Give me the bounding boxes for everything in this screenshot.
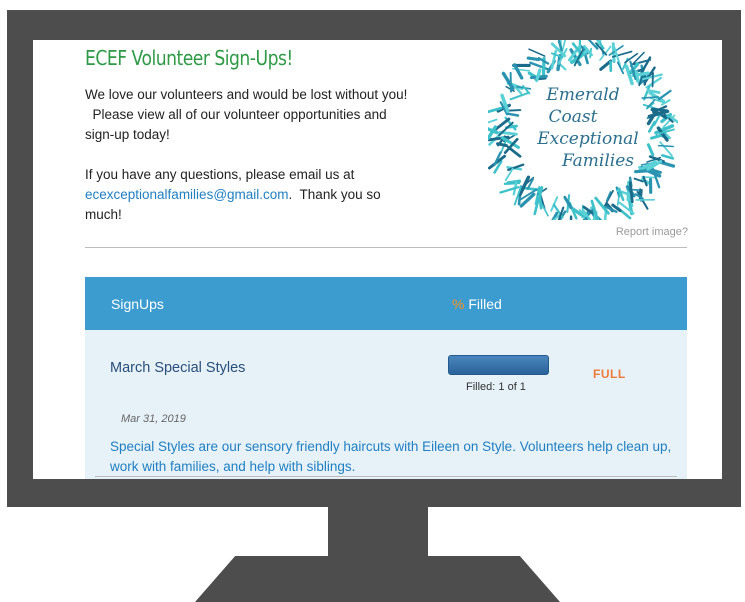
divider — [85, 247, 687, 248]
wreath-stroke — [599, 59, 613, 71]
wreath-stroke — [507, 112, 520, 117]
status-badge: FULL — [593, 367, 626, 381]
signup-date: Mar 31, 2019 — [121, 413, 186, 425]
email-link[interactable]: ecexceptionalfamilies@gmail.com — [85, 187, 289, 202]
wreath-stroke — [587, 40, 599, 50]
wreath-stroke — [646, 143, 655, 157]
wreath-stroke — [509, 92, 529, 101]
filled-label: Filled — [464, 296, 502, 312]
wreath-stroke — [488, 118, 498, 124]
filled-count: Filled: 1 of 1 — [466, 381, 526, 393]
wreath-stroke — [634, 169, 655, 174]
wreath-stroke — [657, 89, 672, 101]
screen: ECEF Volunteer Sign-Ups! We love our vol… — [33, 40, 722, 479]
page-title: ECEF Volunteer Sign-Ups! — [85, 46, 293, 70]
signups-table: SignUps % Filled March Special Styles Fi… — [85, 277, 687, 479]
wreath-stroke — [650, 107, 669, 113]
wreath-stroke — [659, 141, 673, 157]
progress-bar — [448, 355, 549, 375]
contact-end: much! — [85, 207, 122, 222]
percent-symbol: % — [452, 296, 465, 312]
ecef-logo: Emerald Coast Exceptional Families — [488, 40, 678, 220]
intro-line: We love our volunteers and would be lost… — [85, 87, 408, 102]
table-header: SignUps % Filled — [85, 277, 687, 330]
monitor-stand — [195, 556, 560, 602]
row-divider — [95, 476, 677, 477]
intro-line: sign-up today! — [85, 127, 170, 142]
wreath-stroke — [641, 96, 660, 99]
contact-suffix: . Thank you so — [288, 187, 381, 202]
intro-line: Please view all of our volunteer opportu… — [85, 107, 387, 122]
wreath-stroke — [624, 64, 634, 86]
wreath-stroke — [496, 142, 508, 148]
wreath-stroke — [507, 109, 522, 112]
signup-title[interactable]: March Special Styles — [110, 360, 245, 376]
logo-line: Emerald — [545, 85, 619, 105]
column-header-signups: SignUps — [111, 296, 164, 312]
contact-prefix: If you have any questions, please email … — [85, 167, 355, 182]
wreath-stroke — [631, 71, 650, 78]
logo-line: Families — [561, 151, 634, 171]
report-image-link[interactable]: Report image? — [616, 226, 688, 238]
monitor-neck — [328, 507, 428, 562]
wreath-stroke — [522, 84, 531, 95]
contact-text: If you have any questions, please email … — [85, 165, 445, 225]
progress-fill — [449, 356, 548, 374]
wreath-stroke — [526, 56, 541, 62]
column-header-filled: % Filled — [452, 296, 502, 312]
signup-description: Special Styles are our sensory friendly … — [110, 439, 672, 474]
wreath-stroke — [642, 175, 648, 187]
intro-text: We love our volunteers and would be lost… — [85, 85, 445, 225]
logo-line: Exceptional — [536, 129, 639, 149]
wreath-stroke — [657, 144, 675, 148]
wreath-stroke — [528, 48, 546, 57]
logo-line: Coast — [549, 107, 598, 127]
table-row[interactable]: March Special Styles Filled: 1 of 1 FULL… — [85, 330, 687, 479]
